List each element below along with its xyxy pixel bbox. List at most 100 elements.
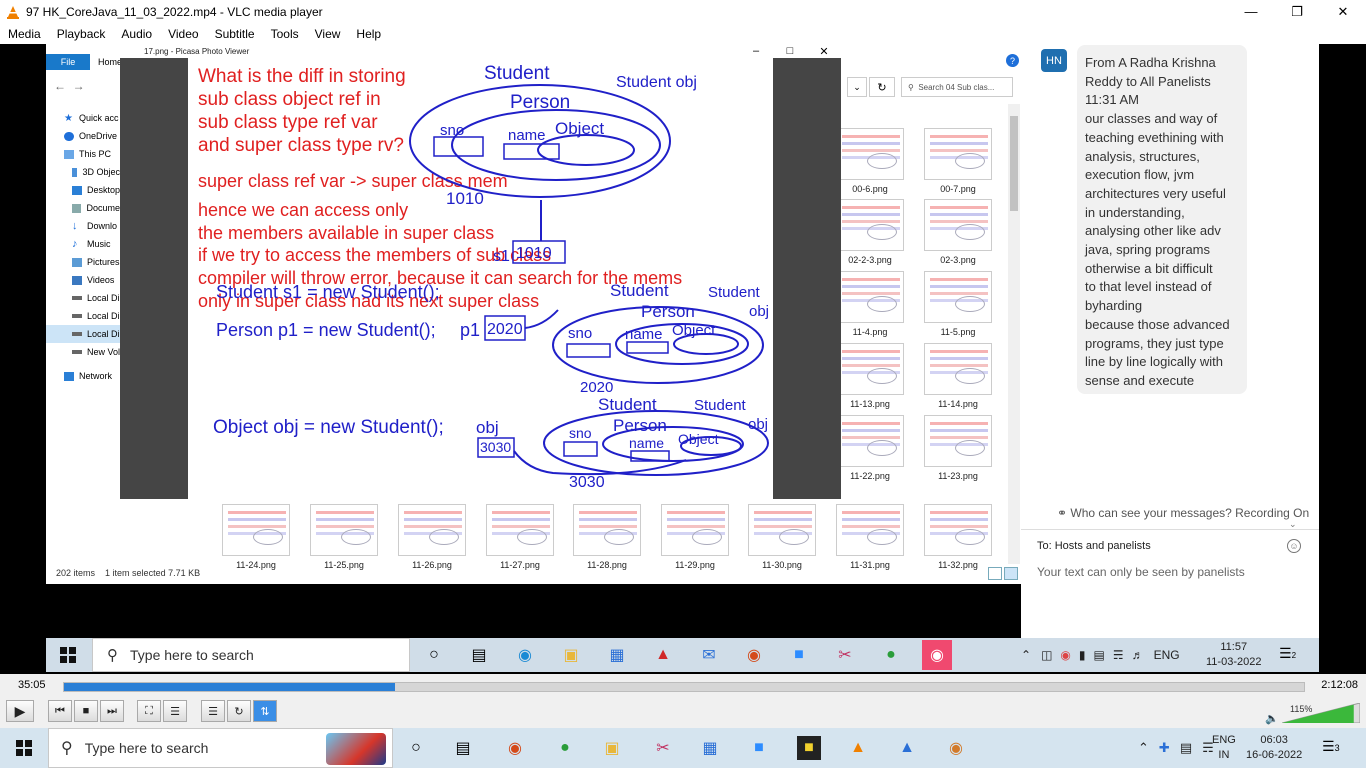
display-icon[interactable]: ▤	[1094, 648, 1105, 662]
home-tab[interactable]: Home	[98, 57, 122, 67]
picasa-maximize-button[interactable]: □	[773, 44, 807, 58]
mail-icon[interactable]: ✉	[697, 643, 721, 667]
nav-3d-objects[interactable]: 3D Objec	[46, 163, 120, 181]
scrollbar-thumb[interactable]	[1010, 116, 1018, 211]
nav-music[interactable]: ♪ Music	[46, 235, 120, 253]
volume-icon[interactable]: ♬	[1132, 648, 1144, 662]
thumbnail[interactable]: 11-14.png	[924, 343, 992, 411]
taskbar-clock[interactable]: 11:57 11-03-2022	[1206, 640, 1261, 670]
speaker-icon[interactable]: 🔈	[1265, 712, 1279, 725]
chrome-icon[interactable]: ●	[553, 736, 577, 760]
task-view-icon[interactable]: ▤	[467, 643, 491, 667]
thumbnail[interactable]: 11-22.png	[836, 415, 904, 483]
snipping-tool-icon[interactable]: ✂	[833, 643, 857, 667]
thumbnail[interactable]: 11-27.png	[486, 504, 554, 572]
close-button[interactable]: ✕	[1320, 0, 1366, 23]
thumbnail[interactable]: 02-3.png	[924, 199, 992, 267]
zoom-icon[interactable]: ■	[787, 643, 811, 667]
chevron-down-icon[interactable]: ⌄	[847, 77, 867, 97]
nav-desktop[interactable]: Desktop	[46, 181, 120, 199]
task-view-icon[interactable]: ▤	[451, 736, 475, 760]
taskbar-search-input[interactable]: ⚲ Type here to search	[92, 638, 410, 672]
seek-bar[interactable]	[63, 682, 1305, 692]
record-icon[interactable]: ◉	[503, 736, 527, 760]
volume-slider[interactable]	[1282, 703, 1360, 723]
playlist-button[interactable]: ☰	[201, 700, 225, 722]
thumbnail[interactable]: 11-4.png	[836, 271, 904, 339]
recipient-selector[interactable]: To: Hosts and panelists	[1037, 540, 1151, 552]
help-icon[interactable]: ?	[1006, 54, 1019, 67]
picasa-minimize-button[interactable]: –	[739, 44, 773, 58]
view-toggle[interactable]	[986, 567, 1018, 582]
picasa-close-button[interactable]: ✕	[807, 44, 841, 58]
emoji-icon[interactable]: ☺	[1287, 539, 1301, 553]
video-area[interactable]: File Home ← → ? ⌄ ↻ ⚲ Search 04 Sub clas…	[0, 44, 1366, 674]
nav-local-disk-2[interactable]: Local Di	[46, 307, 120, 325]
details-view-icon[interactable]	[988, 567, 1002, 580]
snipping-tool-icon[interactable]: ✂	[651, 736, 675, 760]
battery-icon[interactable]: ▮	[1079, 648, 1086, 662]
explorer-scrollbar[interactable]	[1008, 104, 1020, 564]
paint-icon[interactable]: ◉	[944, 736, 968, 760]
refresh-button[interactable]: ↻	[869, 77, 895, 97]
store-icon[interactable]: ▦	[698, 736, 722, 760]
thumbnail[interactable]: 11-30.png	[748, 504, 816, 572]
minimize-button[interactable]: —	[1228, 0, 1274, 23]
chrome-icon[interactable]: ●	[879, 643, 903, 667]
nav-this-pc[interactable]: This PC	[46, 145, 120, 163]
language-indicator[interactable]: ENG	[1154, 648, 1180, 662]
thumbnail[interactable]: 00-6.png	[836, 128, 904, 196]
notification-icon[interactable]: ☰3	[1322, 738, 1344, 758]
previous-button[interactable]: ⏮	[48, 700, 72, 722]
chevron-up-icon[interactable]: ⌃	[1021, 648, 1031, 662]
tray-record-icon[interactable]: ◉	[1060, 648, 1070, 662]
nav-new-volume[interactable]: New Vol	[46, 343, 120, 361]
next-button[interactable]: ⏭	[100, 700, 124, 722]
menu-subtitle[interactable]: Subtitle	[207, 27, 263, 41]
file-explorer-icon[interactable]: ▣	[559, 643, 583, 667]
thumbnail[interactable]: 02-2-3.png	[836, 199, 904, 267]
nav-documents[interactable]: Docume	[46, 199, 120, 217]
nav-local-disk-3[interactable]: Local Di	[46, 325, 120, 343]
stop-button[interactable]: ■	[74, 700, 98, 722]
thumbnail[interactable]: 11-29.png	[661, 504, 729, 572]
nav-local-disk-1[interactable]: Local Di	[46, 289, 120, 307]
menu-audio[interactable]: Audio	[113, 27, 160, 41]
tray-app-icon[interactable]: ◫	[1041, 648, 1052, 662]
cortana-icon[interactable]: ○	[404, 736, 428, 760]
menu-tools[interactable]: Tools	[263, 27, 307, 41]
play-button[interactable]: ▶	[6, 700, 34, 722]
sticky-notes-icon[interactable]: ■	[797, 736, 821, 760]
nav-quick-access[interactable]: ★ Quick acc	[46, 109, 120, 127]
network-icon[interactable]: ▤	[1180, 740, 1192, 756]
menu-view[interactable]: View	[307, 27, 349, 41]
menu-video[interactable]: Video	[160, 27, 206, 41]
maximize-button[interactable]: ❐	[1274, 0, 1320, 23]
large-icons-view-icon[interactable]	[1004, 567, 1018, 580]
thumbnail[interactable]: 11-13.png	[836, 343, 904, 411]
chevron-up-icon[interactable]: ⌃	[1138, 740, 1149, 756]
vlc-icon[interactable]: ▲	[846, 736, 870, 760]
nav-pictures[interactable]: Pictures	[46, 253, 120, 271]
thumbnail[interactable]: 11-26.png	[398, 504, 466, 572]
menu-playback[interactable]: Playback	[49, 27, 114, 41]
edge-icon[interactable]: ◉	[513, 643, 537, 667]
recording-note[interactable]: ⚭ Who can see your messages? Recording O…	[1057, 506, 1309, 520]
nav-network[interactable]: Network	[46, 367, 120, 385]
gift-icon[interactable]: ▲	[651, 643, 675, 667]
menu-media[interactable]: Media	[0, 27, 49, 41]
random-button[interactable]: ⇅	[253, 700, 277, 722]
cortana-icon[interactable]: ○	[422, 643, 446, 667]
record-icon[interactable]: ◉	[742, 643, 766, 667]
loop-button[interactable]: ↻	[227, 700, 251, 722]
nav-onedrive[interactable]: OneDrive	[46, 127, 120, 145]
screen-recorder-icon[interactable]: ◉	[922, 640, 952, 670]
photos-icon[interactable]: ▲	[895, 736, 919, 760]
file-tab[interactable]: File	[46, 54, 90, 70]
thumbnail[interactable]: 11-25.png	[310, 504, 378, 572]
taskbar-search-input[interactable]: ⚲ Type here to search	[48, 728, 393, 768]
thumbnail[interactable]: 11-28.png	[573, 504, 641, 572]
store-icon[interactable]: ▦	[605, 643, 629, 667]
thumbnail[interactable]: 11-31.png	[836, 504, 904, 572]
extended-settings-button[interactable]: ☰	[163, 700, 187, 722]
